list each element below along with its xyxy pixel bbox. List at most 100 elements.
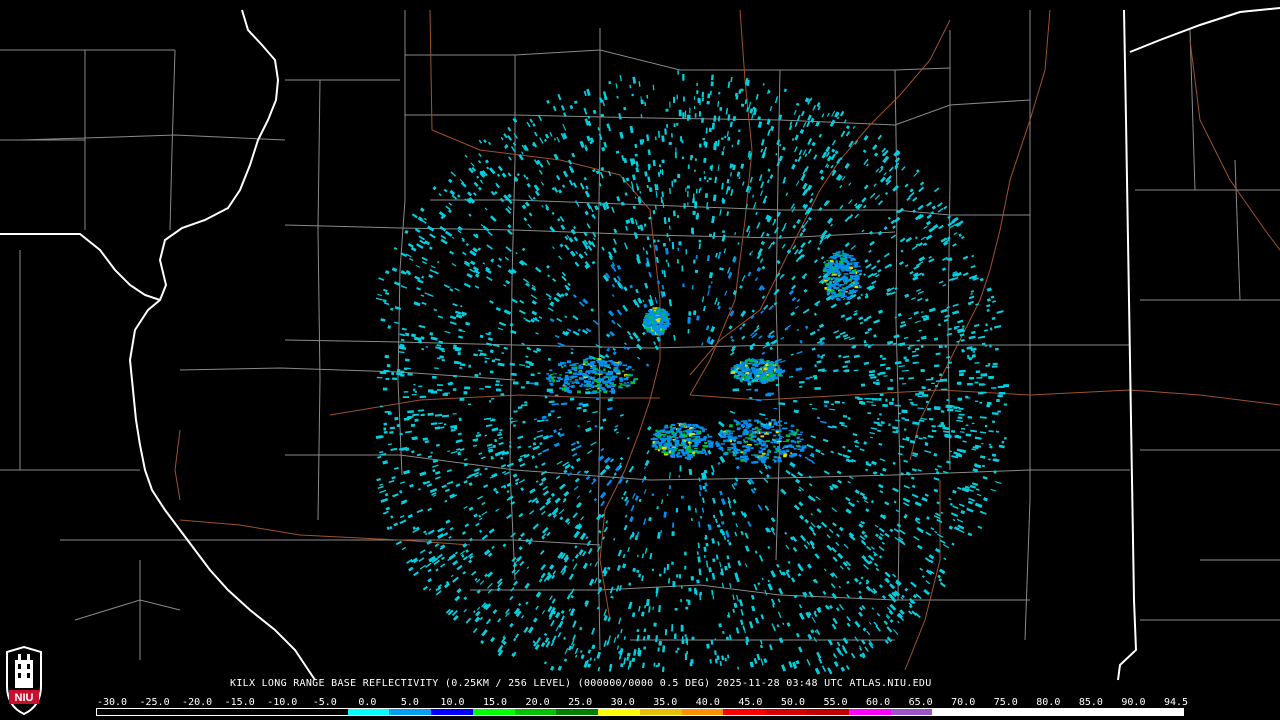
echo-speck: [637, 297, 643, 304]
echo-speck: [435, 476, 441, 480]
echo-speck: [1004, 437, 1007, 440]
echo-speck: [486, 571, 493, 578]
echo-speck: [636, 554, 639, 558]
echo-speck: [561, 275, 567, 281]
echo-speck: [651, 568, 655, 572]
echo-speck: [694, 169, 696, 172]
echo-speck: [696, 82, 699, 87]
echo-speck: [636, 356, 641, 360]
echo-speck: [738, 89, 742, 94]
echo-speck: [635, 219, 638, 226]
echo-speck: [882, 357, 887, 361]
echo-speck: [756, 324, 760, 329]
echo-speck: [869, 230, 874, 235]
echo-speck: [523, 217, 528, 222]
echo-speck: [652, 160, 656, 167]
echo-speck: [751, 250, 753, 253]
echo-speck: [771, 241, 776, 245]
echo-speck: [382, 460, 388, 465]
echo-speck: [720, 498, 726, 506]
echo-speck: [488, 167, 496, 175]
echo-speck: [840, 666, 845, 672]
echo-speck: [983, 497, 988, 502]
echo-speck: [988, 430, 994, 433]
echo-speck: [478, 517, 483, 521]
echo-speck: [474, 373, 479, 377]
echo-speck: [423, 217, 427, 221]
echo-speck: [760, 181, 765, 189]
echo-speck: [765, 393, 772, 397]
echo-speck: [556, 460, 563, 465]
echo-speck: [892, 398, 895, 401]
echo-speck: [747, 271, 752, 277]
echo-speck: [633, 649, 637, 656]
echo-speck: [694, 158, 697, 161]
echo-speck: [501, 172, 507, 178]
echo-speck: [695, 254, 698, 260]
echo-speck: [747, 521, 752, 527]
echo-speck: [793, 409, 799, 414]
echo-speck: [476, 175, 480, 179]
echo-speck: [449, 526, 454, 531]
highway-line: [329, 394, 660, 416]
echo-speck: [644, 459, 650, 467]
echo-speck: [569, 179, 574, 186]
echo-speck: [783, 176, 787, 181]
echo-speck: [687, 329, 690, 334]
echo-speck: [528, 499, 532, 503]
echo-speck: [922, 386, 926, 389]
echo-speck: [507, 193, 512, 199]
echo-speck: [461, 531, 467, 535]
echo-speck: [489, 215, 497, 222]
echo-speck: [619, 413, 624, 417]
echo-speck: [400, 338, 405, 342]
echo-speck: [540, 563, 546, 571]
echo-speck: [823, 470, 830, 475]
echo-speck: [879, 354, 883, 358]
echo-speck: [593, 658, 596, 661]
echo-speck: [432, 464, 439, 468]
echo-speck: [499, 429, 503, 432]
echo-speck: [904, 293, 910, 298]
echo-speck: [931, 429, 937, 433]
echo-speck: [586, 88, 591, 96]
echo-speck: [443, 423, 447, 426]
echo-speck: [624, 342, 627, 345]
echo-speck: [899, 529, 906, 535]
echo-speck: [866, 630, 871, 636]
echo-speck: [879, 393, 884, 396]
echo-speck: [707, 93, 711, 99]
echo-speck: [632, 567, 636, 572]
echo-speck: [819, 337, 826, 342]
echo-speck: [839, 331, 846, 336]
echo-speck: [482, 225, 490, 232]
echo-speck: [437, 315, 444, 319]
echo-speck: [429, 487, 438, 493]
echo-speck: [715, 518, 718, 523]
echo-speck: [866, 401, 874, 403]
echo-speck: [997, 394, 1003, 398]
echo-speck: [435, 414, 442, 417]
echo-speck: [540, 572, 546, 579]
echo-speck: [541, 204, 544, 208]
echo-speck: [655, 256, 659, 263]
echo-speck: [756, 221, 761, 229]
echo-speck: [812, 531, 817, 536]
echo-speck: [547, 413, 552, 417]
echo-speck: [584, 190, 590, 198]
echo-speck: [392, 377, 398, 380]
echo-speck: [762, 199, 767, 204]
echo-speck: [413, 388, 416, 392]
echo-speck: [920, 335, 927, 340]
echo-speck: [982, 476, 988, 480]
echo-speck: [813, 259, 818, 264]
echo-speck: [782, 146, 786, 151]
echo-speck: [652, 606, 654, 611]
echo-speck: [913, 311, 919, 315]
echo-speck: [810, 435, 817, 439]
echo-speck: [625, 479, 629, 484]
echo-speck: [878, 527, 885, 533]
echo-speck: [899, 323, 907, 328]
echo-speck: [468, 364, 472, 368]
echo-speck: [761, 152, 766, 159]
